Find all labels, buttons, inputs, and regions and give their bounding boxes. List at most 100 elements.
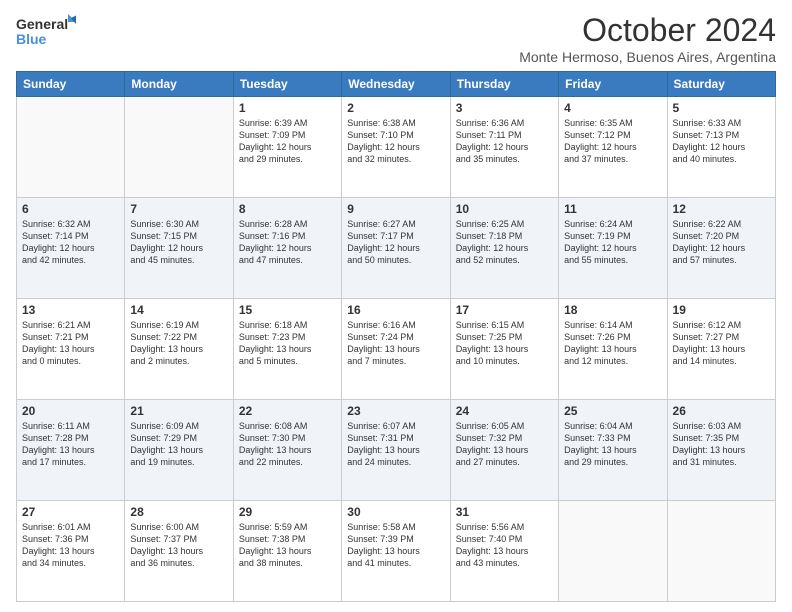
location-subtitle: Monte Hermoso, Buenos Aires, Argentina [519,49,776,65]
day-number: 3 [456,101,553,115]
day-number: 18 [564,303,661,317]
calendar-cell: 28Sunrise: 6:00 AM Sunset: 7:37 PM Dayli… [125,501,233,602]
calendar-cell: 16 Sunrise: 6:16 AM Sunset: 7:24 PM Dayli… [342,299,450,400]
day-info: Sunrise: 6:22 AM Sunset: 7:20 PM Dayligh… [673,218,770,267]
calendar-week-row: 27Sunrise: 6:01 AM Sunset: 7:36 PM Dayli… [17,501,776,602]
calendar-cell: 4 Sunrise: 6:35 AM Sunset: 7:12 PM Daylig… [559,97,667,198]
calendar-cell: 31Sunrise: 5:56 AM Sunset: 7:40 PM Dayli… [450,501,558,602]
day-info: Sunrise: 6:30 AM Sunset: 7:15 PM Dayligh… [130,218,227,267]
calendar-week-row: 20Sunrise: 6:11 AM Sunset: 7:28 PM Dayli… [17,400,776,501]
logo: General Blue [16,12,76,52]
day-number: 25 [564,404,661,418]
day-info: Sunrise: 6:04 AM Sunset: 7:33 PM Dayligh… [564,420,661,469]
day-number: 23 [347,404,444,418]
calendar-cell: 21 Sunrise: 6:09 AM Sunset: 7:29 PM Dayli… [125,400,233,501]
day-info: Sunrise: 6:36 AM Sunset: 7:11 PM Dayligh… [456,117,553,166]
col-tuesday: Tuesday [233,72,341,97]
calendar-week-row: 1 Sunrise: 6:39 AM Sunset: 7:09 PM Daylig… [17,97,776,198]
col-friday: Friday [559,72,667,97]
day-info: Sunrise: 6:19 AM Sunset: 7:22 PM Dayligh… [130,319,227,368]
day-number: 8 [239,202,336,216]
day-number: 16 [347,303,444,317]
day-number: 21 [130,404,227,418]
day-number: 13 [22,303,119,317]
col-thursday: Thursday [450,72,558,97]
calendar-cell: 26 Sunrise: 6:03 AM Sunset: 7:35 PM Dayli… [667,400,775,501]
day-info: Sunrise: 6:05 AM Sunset: 7:32 PM Dayligh… [456,420,553,469]
header-row: Sunday Monday Tuesday Wednesday Thursday… [17,72,776,97]
calendar-cell: 20Sunrise: 6:11 AM Sunset: 7:28 PM Dayli… [17,400,125,501]
day-info: Sunrise: 6:35 AM Sunset: 7:12 PM Dayligh… [564,117,661,166]
calendar-cell: 1 Sunrise: 6:39 AM Sunset: 7:09 PM Daylig… [233,97,341,198]
day-info: Sunrise: 6:28 AM Sunset: 7:16 PM Dayligh… [239,218,336,267]
day-number: 9 [347,202,444,216]
calendar-cell: 2Sunrise: 6:38 AM Sunset: 7:10 PM Daylig… [342,97,450,198]
day-info: Sunrise: 6:33 AM Sunset: 7:13 PM Dayligh… [673,117,770,166]
day-number: 4 [564,101,661,115]
calendar-cell: 13Sunrise: 6:21 AM Sunset: 7:21 PM Dayli… [17,299,125,400]
col-monday: Monday [125,72,233,97]
calendar-cell [17,97,125,198]
calendar-cell: 19 Sunrise: 6:12 AM Sunset: 7:27 PM Dayli… [667,299,775,400]
calendar-cell: 10 Sunrise: 6:25 AM Sunset: 7:18 PM Dayli… [450,198,558,299]
day-number: 27 [22,505,119,519]
day-info: Sunrise: 5:56 AM Sunset: 7:40 PM Dayligh… [456,521,553,570]
day-number: 17 [456,303,553,317]
calendar-cell: 25 Sunrise: 6:04 AM Sunset: 7:33 PM Dayli… [559,400,667,501]
calendar-cell [667,501,775,602]
month-title: October 2024 [519,12,776,49]
day-number: 29 [239,505,336,519]
day-info: Sunrise: 6:38 AM Sunset: 7:10 PM Dayligh… [347,117,444,166]
day-info: Sunrise: 6:16 AM Sunset: 7:24 PM Dayligh… [347,319,444,368]
calendar-cell: 27Sunrise: 6:01 AM Sunset: 7:36 PM Dayli… [17,501,125,602]
calendar-cell: 6 Sunrise: 6:32 AM Sunset: 7:14 PM Daylig… [17,198,125,299]
svg-text:Blue: Blue [16,31,47,47]
day-info: Sunrise: 6:18 AM Sunset: 7:23 PM Dayligh… [239,319,336,368]
svg-text:General: General [16,16,68,32]
calendar-cell: 14Sunrise: 6:19 AM Sunset: 7:22 PM Dayli… [125,299,233,400]
calendar-cell: 23Sunrise: 6:07 AM Sunset: 7:31 PM Dayli… [342,400,450,501]
calendar-cell [125,97,233,198]
calendar-week-row: 6 Sunrise: 6:32 AM Sunset: 7:14 PM Daylig… [17,198,776,299]
calendar-table: Sunday Monday Tuesday Wednesday Thursday… [16,71,776,602]
day-number: 15 [239,303,336,317]
calendar-cell: 9Sunrise: 6:27 AM Sunset: 7:17 PM Daylig… [342,198,450,299]
day-info: Sunrise: 5:59 AM Sunset: 7:38 PM Dayligh… [239,521,336,570]
day-info: Sunrise: 6:11 AM Sunset: 7:28 PM Dayligh… [22,420,119,469]
col-sunday: Sunday [17,72,125,97]
calendar-cell: 7 Sunrise: 6:30 AM Sunset: 7:15 PM Daylig… [125,198,233,299]
calendar-cell: 22 Sunrise: 6:08 AM Sunset: 7:30 PM Dayli… [233,400,341,501]
day-number: 30 [347,505,444,519]
day-info: Sunrise: 5:58 AM Sunset: 7:39 PM Dayligh… [347,521,444,570]
col-wednesday: Wednesday [342,72,450,97]
calendar-cell: 29 Sunrise: 5:59 AM Sunset: 7:38 PM Dayli… [233,501,341,602]
calendar-cell: 30 Sunrise: 5:58 AM Sunset: 7:39 PM Dayli… [342,501,450,602]
calendar-cell: 3 Sunrise: 6:36 AM Sunset: 7:11 PM Daylig… [450,97,558,198]
day-info: Sunrise: 6:24 AM Sunset: 7:19 PM Dayligh… [564,218,661,267]
day-number: 22 [239,404,336,418]
day-number: 5 [673,101,770,115]
day-number: 6 [22,202,119,216]
calendar-cell: 18Sunrise: 6:14 AM Sunset: 7:26 PM Dayli… [559,299,667,400]
day-info: Sunrise: 6:39 AM Sunset: 7:09 PM Dayligh… [239,117,336,166]
day-info: Sunrise: 6:08 AM Sunset: 7:30 PM Dayligh… [239,420,336,469]
day-number: 1 [239,101,336,115]
day-info: Sunrise: 6:12 AM Sunset: 7:27 PM Dayligh… [673,319,770,368]
day-number: 7 [130,202,227,216]
day-info: Sunrise: 6:03 AM Sunset: 7:35 PM Dayligh… [673,420,770,469]
calendar-cell: 15 Sunrise: 6:18 AM Sunset: 7:23 PM Dayli… [233,299,341,400]
title-section: October 2024 Monte Hermoso, Buenos Aires… [519,12,776,65]
day-info: Sunrise: 6:25 AM Sunset: 7:18 PM Dayligh… [456,218,553,267]
calendar-cell: 12 Sunrise: 6:22 AM Sunset: 7:20 PM Dayli… [667,198,775,299]
day-info: Sunrise: 6:15 AM Sunset: 7:25 PM Dayligh… [456,319,553,368]
day-number: 26 [673,404,770,418]
calendar-cell: 8 Sunrise: 6:28 AM Sunset: 7:16 PM Daylig… [233,198,341,299]
day-info: Sunrise: 6:00 AM Sunset: 7:37 PM Dayligh… [130,521,227,570]
day-number: 19 [673,303,770,317]
day-info: Sunrise: 6:09 AM Sunset: 7:29 PM Dayligh… [130,420,227,469]
day-number: 10 [456,202,553,216]
calendar-cell: 11Sunrise: 6:24 AM Sunset: 7:19 PM Dayli… [559,198,667,299]
day-info: Sunrise: 6:32 AM Sunset: 7:14 PM Dayligh… [22,218,119,267]
page: General Blue October 2024 Monte Hermoso,… [0,0,792,612]
day-number: 12 [673,202,770,216]
